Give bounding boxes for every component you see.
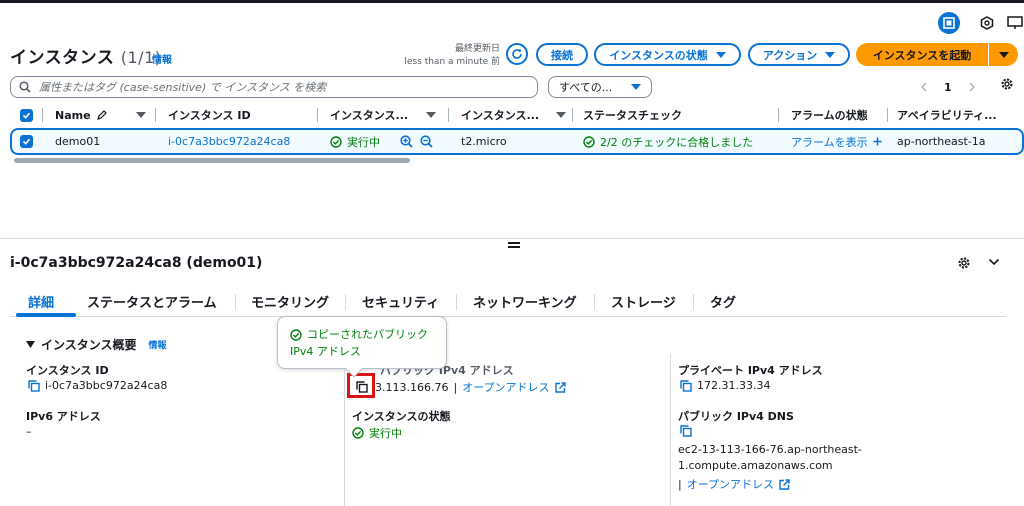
open-address-link[interactable]: オープンアドレス: [687, 476, 774, 492]
monitor-icon[interactable]: [1004, 12, 1024, 34]
search-icon: [19, 81, 31, 93]
sort-caret-icon[interactable]: [556, 105, 566, 125]
caret-down-icon: [631, 84, 641, 90]
check-circle-icon: [352, 427, 364, 439]
column-header-instance-state[interactable]: インスタンス...: [330, 105, 408, 125]
select-all-checkbox[interactable]: [20, 105, 33, 125]
public-dns-copy: [680, 425, 692, 437]
table-row[interactable]: demo01 i-0c7a3bbc972a24ca8 実行中 t2.micro …: [10, 128, 1024, 155]
tab-status-alarms[interactable]: ステータスとアラーム: [87, 292, 217, 311]
private-ipv4-label: プライベート IPv4 アドレス: [678, 364, 823, 377]
ipv6-value: –: [26, 425, 32, 438]
public-dns-label: パブリック IPv4 DNS: [678, 410, 794, 423]
public-dns-value-line2: 1.compute.amazonaws.com: [678, 459, 833, 472]
row-checkbox[interactable]: [20, 130, 33, 153]
check-circle-icon: [290, 328, 302, 341]
detail-panel-title: i-0c7a3bbc972a24ca8 (demo01): [10, 255, 263, 271]
external-link-icon[interactable]: [554, 381, 566, 393]
copy-icon[interactable]: [680, 379, 692, 392]
actions-button[interactable]: アクション: [748, 43, 850, 66]
info-link[interactable]: 情報: [149, 338, 167, 351]
zoom-out-icon[interactable]: [420, 130, 433, 153]
pagination: 1: [920, 76, 976, 98]
copy-icon[interactable]: [680, 425, 692, 437]
caret-down-icon: [825, 51, 836, 58]
column-header-status-check[interactable]: ステータスチェック: [583, 105, 682, 125]
cell-instance-id-link[interactable]: i-0c7a3bbc972a24ca8: [168, 130, 290, 153]
caret-down-icon: [998, 51, 1009, 58]
copy-button-highlight: [347, 373, 375, 398]
launch-instances-button[interactable]: インスタンスを起動: [856, 43, 988, 66]
chevron-right-icon[interactable]: [968, 82, 976, 92]
cell-instance-type: t2.micro: [461, 135, 507, 148]
last-updated: 最終更新日 less than a minute 前: [404, 44, 500, 67]
tab-monitoring[interactable]: モニタリング: [251, 292, 329, 311]
connect-button[interactable]: 接続: [536, 43, 588, 66]
column-header-instance-id[interactable]: インスタンス ID: [168, 105, 251, 125]
cell-alarm-link[interactable]: アラームを表示: [791, 130, 882, 153]
public-dns-open: | オープンアドレス: [678, 476, 790, 492]
column-header-instance-type[interactable]: インスタンス...: [461, 105, 539, 125]
external-link-icon[interactable]: [779, 478, 790, 490]
private-ipv4-value: 172.31.33.34: [680, 379, 770, 392]
instance-id-value: i-0c7a3bbc972a24ca8: [28, 379, 167, 392]
cloudshell-square-icon[interactable]: [938, 12, 960, 34]
cell-status-check: 2/2 のチェックに合格しました: [583, 130, 753, 153]
sort-caret-icon[interactable]: [426, 105, 436, 125]
instance-summary-heading[interactable]: インスタンス概要 情報: [26, 336, 167, 353]
column-header-name[interactable]: Name: [55, 105, 107, 125]
detail-gear-icon[interactable]: [956, 255, 972, 271]
horizontal-scrollbar[interactable]: [14, 158, 410, 163]
copy-icon[interactable]: [28, 379, 40, 392]
instance-state-button[interactable]: インスタンスの状態: [594, 43, 741, 66]
cell-instance-state: 実行中: [330, 130, 380, 153]
page-title: インスタンス (1/1): [10, 48, 162, 68]
launch-dropdown-button[interactable]: [989, 43, 1018, 66]
tab-tags[interactable]: タグ: [710, 292, 736, 311]
sort-caret-icon[interactable]: [136, 105, 146, 125]
public-ipv4-value: 3.113.166.76 | オープンアドレス: [356, 379, 566, 395]
check-circle-icon: [330, 135, 342, 148]
page-number[interactable]: 1: [944, 81, 952, 94]
caret-down-icon: [715, 51, 726, 58]
tab-details[interactable]: 詳細: [28, 292, 54, 311]
check-circle-icon: [583, 135, 595, 148]
instance-state-label: インスタンスの状態: [352, 410, 451, 423]
open-address-link[interactable]: オープンアドレス: [462, 379, 549, 395]
ipv6-label: IPv6 アドレス: [26, 410, 101, 423]
instance-state-value: 実行中: [352, 425, 402, 441]
search-input[interactable]: [39, 80, 519, 94]
refresh-button[interactable]: [506, 43, 528, 65]
column-header-availability-zone[interactable]: アベイラビリティ...: [897, 105, 997, 125]
public-dns-value-line1: ec2-13-113-166-76.ap-northeast-: [678, 443, 862, 456]
column-header-alarm-status[interactable]: アラームの状態: [791, 105, 868, 125]
tab-storage[interactable]: ストレージ: [611, 292, 676, 311]
cell-name: demo01: [55, 135, 101, 148]
active-tab-indicator: [16, 313, 76, 317]
plus-icon: [873, 137, 882, 146]
table-header: Name インスタンス ID インスタンス... インスタンス... ステータス…: [10, 105, 1024, 125]
chevron-left-icon[interactable]: [920, 82, 928, 92]
edit-pencil-icon: [96, 110, 107, 120]
tab-networking[interactable]: ネットワーキング: [473, 292, 577, 311]
tab-security[interactable]: セキュリティ: [362, 292, 439, 311]
panel-divider: [0, 238, 1024, 239]
zoom-in-icon[interactable]: [400, 130, 413, 153]
instance-id-label: インスタンス ID: [26, 364, 109, 377]
search-box: [10, 76, 538, 98]
refresh-icon: [512, 49, 522, 59]
state-filter-select[interactable]: すべての...: [548, 76, 652, 98]
copied-tooltip: コピーされたパブリック IPv4 アドレス: [277, 316, 447, 378]
info-link[interactable]: 情報: [152, 51, 172, 66]
top-bar: [0, 0, 1024, 36]
settings-hex-icon[interactable]: [976, 12, 998, 34]
chevron-down-icon[interactable]: [988, 257, 1000, 267]
resize-handle-icon[interactable]: [508, 242, 520, 250]
caret-down-icon: [26, 340, 35, 348]
table-preferences-gear-icon[interactable]: [999, 76, 1015, 92]
cell-availability-zone: ap-northeast-1a: [897, 135, 986, 148]
detail-tabs: 詳細 ステータスとアラーム モニタリング セキュリティ ネットワーキング ストレ…: [10, 287, 1006, 317]
